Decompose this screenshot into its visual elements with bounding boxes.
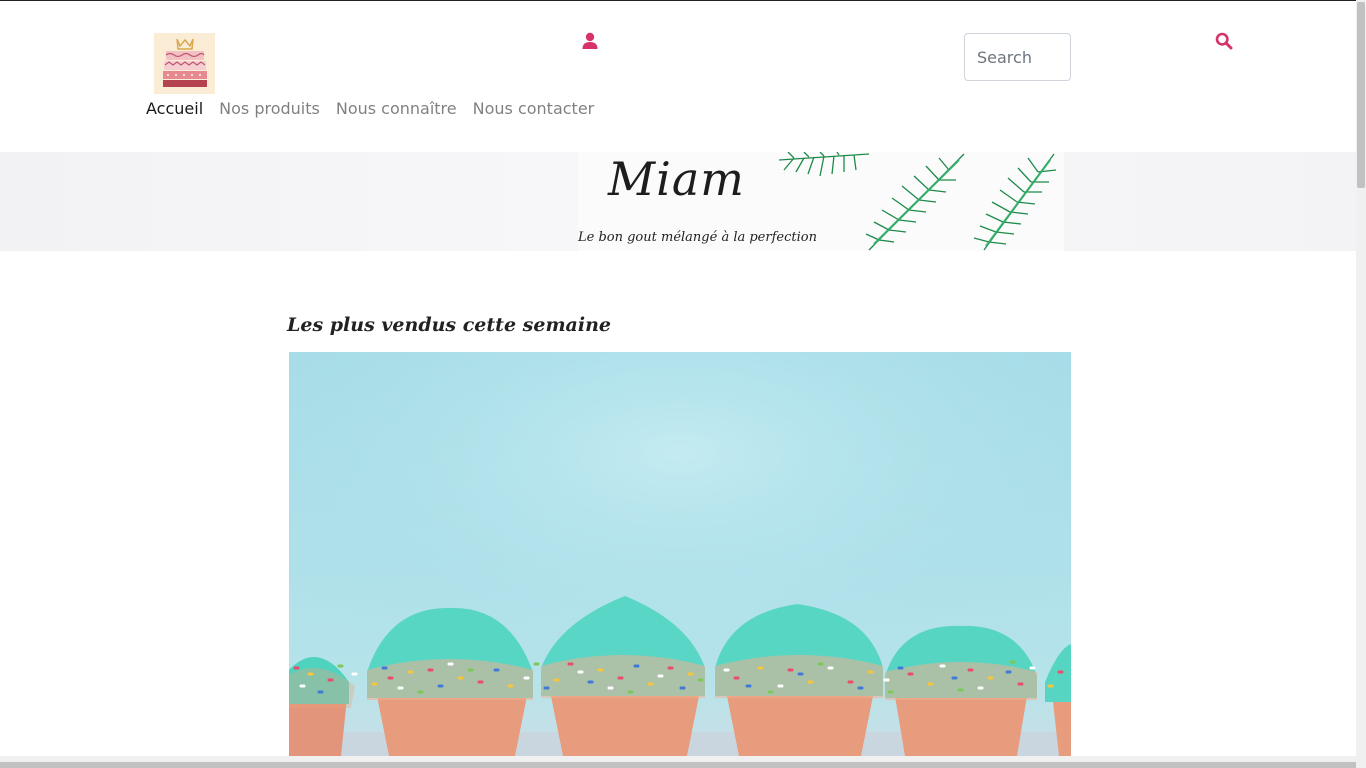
horizontal-scrollbar-thumb[interactable] [0, 762, 1356, 768]
nav-item-accueil[interactable]: Accueil [146, 98, 203, 122]
site-logo[interactable] [154, 33, 215, 94]
hero-banner: Miam Le bon gout mélangé à la perfection [0, 152, 1356, 251]
banner-title: Miam [608, 152, 745, 206]
user-icon[interactable] [581, 32, 599, 50]
window-top-border [0, 0, 1356, 1]
cake-logo-icon [163, 38, 207, 87]
nav-item-nous-connaitre[interactable]: Nous connaître [336, 98, 457, 122]
vertical-scrollbar-thumb[interactable] [1357, 2, 1365, 188]
cupcakes-image [289, 352, 1071, 756]
nav-item-nous-contacter[interactable]: Nous contacter [473, 98, 595, 122]
nav-item-nos-produits[interactable]: Nos produits [219, 98, 320, 122]
search-input[interactable] [964, 33, 1071, 81]
banner-content: Miam Le bon gout mélangé à la perfection [578, 152, 1064, 251]
search-icon[interactable] [1215, 32, 1233, 50]
pine-branch-decoration [778, 152, 1057, 251]
main-nav: Accueil Nos produits Nous connaître Nous… [146, 98, 594, 122]
section-title: Les plus vendus cette semaine [287, 314, 611, 336]
